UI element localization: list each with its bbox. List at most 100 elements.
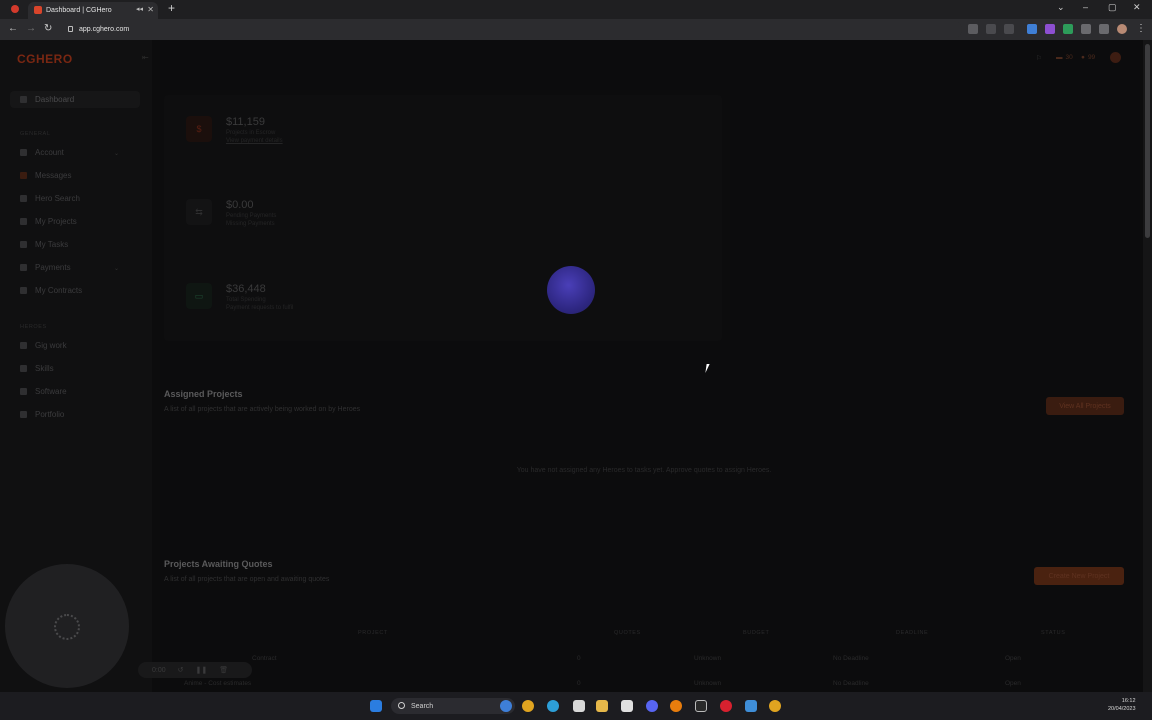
tasks-icon [20,241,27,248]
sidebar-item-gig-work[interactable]: Gig work [20,341,67,350]
stat-label: Total Spending [226,297,266,303]
download-icon[interactable] [1063,24,1073,34]
stat-pending: ⇆ $0.00 Pending Payments Missing Payment… [182,199,482,249]
blender-icon[interactable] [670,700,682,712]
chrome-profile-icon[interactable] [769,700,781,712]
sidebar-item-label: Hero Search [35,194,80,203]
star-icon[interactable] [1004,24,1014,34]
sidebar-item-label: Skills [35,364,54,373]
stat-link[interactable]: Payment requests to fulfil [226,305,293,311]
windows-start-icon[interactable] [370,700,382,712]
search-icon [398,702,405,709]
minimize-icon[interactable]: – [1083,2,1088,12]
sidebar-item-software[interactable]: Software [20,387,67,396]
software-icon [20,388,27,395]
epic-games-icon[interactable] [695,700,707,712]
credits-indicator[interactable]: ▬ 30 [1056,54,1073,61]
restart-icon[interactable]: ↺ [178,666,184,674]
chrome-icon[interactable] [522,700,534,712]
scrollbar-thumb[interactable] [1145,44,1150,238]
back-icon[interactable]: ← [8,23,18,34]
help-icon[interactable]: ⚐ [1036,54,1042,62]
tab-search-icon[interactable]: ⌄ [1057,2,1065,13]
stat-label: Pending Payments [226,213,277,219]
windows-taskbar: Search 16:12 20/04/2023 [0,692,1152,720]
delete-icon[interactable]: 🗑 [219,666,228,674]
chrome-canary-icon[interactable] [547,700,559,712]
extensions-puzzle-icon[interactable] [1081,24,1091,34]
cell-budget: Unknown [694,655,722,662]
sidebar-item-my-contracts[interactable]: My Contracts [20,286,82,295]
cell-project[interactable]: Anime - Cost estimates [184,680,251,687]
chevron-down-icon[interactable]: ⌄ [114,150,119,157]
sidebar-item-portfolio[interactable]: Portfolio [20,410,64,419]
stat-link[interactable]: Missing Payments [226,221,275,227]
sidepanel-icon[interactable] [1099,24,1109,34]
chevron-down-icon[interactable]: ⌄ [114,265,119,272]
taskbar-clock[interactable]: 16:12 20/04/2023 [1108,697,1136,713]
assigned-projects-title: Assigned Projects [164,389,243,399]
bing-icon[interactable] [500,700,512,712]
notion-icon[interactable] [621,700,633,712]
new-tab-icon[interactable]: + [168,1,175,15]
maximize-icon[interactable]: ▢ [1108,2,1117,13]
webcam-loading-icon [54,614,80,640]
taskbar-search[interactable]: Search [391,698,515,714]
close-window-icon[interactable]: ✕ [1133,2,1141,13]
sidebar-item-dashboard[interactable]: Dashboard [10,91,140,108]
dollar-icon: $ [186,116,212,142]
sidebar-item-hero-search[interactable]: Hero Search [20,194,80,203]
forward-icon[interactable]: → [26,23,36,34]
cell-project[interactable]: Contract [252,655,277,662]
file-explorer-icon[interactable] [596,700,608,712]
discord-icon[interactable] [646,700,658,712]
sidebar-item-payments[interactable]: Payments [20,263,71,272]
sidebar-section-heroes: HEROES [20,324,47,330]
dashboard-page: CGHERO ⇤ Dashboard GENERAL Account ⌄ Mes… [0,40,1152,692]
reload-icon[interactable]: ↻ [44,23,52,34]
stat-link[interactable]: View payment details [226,138,283,144]
sidebar-item-skills[interactable]: Skills [20,364,54,373]
extension-shield-icon[interactable] [1027,24,1037,34]
payments-icon [20,264,27,271]
address-bar[interactable]: app.cghero.com [62,21,962,38]
extension-record-icon[interactable] [1045,24,1055,34]
pause-icon[interactable]: ❚❚ [196,666,208,674]
cghero-logo[interactable]: CGHERO [17,52,73,66]
sidebar-item-my-projects[interactable]: My Projects [20,217,77,226]
opera-icon[interactable] [720,700,732,712]
column-header-project: PROJECT [358,630,388,636]
cell-status: Open [1005,680,1021,687]
tab-close-icon[interactable]: ✕ [147,5,154,14]
share-icon[interactable] [986,24,996,34]
notepad-icon[interactable] [745,700,757,712]
finance-summary-card: $ $11,159 Projects in Escrow View paymen… [164,95,722,341]
sidebar-item-messages[interactable]: Messages [20,171,71,180]
profile-avatar-icon[interactable] [1117,24,1127,34]
assigned-empty-message: You have not assigned any Heroes to task… [516,467,772,474]
app-icon[interactable] [573,700,585,712]
user-avatar[interactable] [1110,52,1121,63]
projects-icon [20,218,27,225]
browser-tab[interactable]: Dashboard | CGHero ◂◂ ✕ [28,2,158,19]
collapse-sidebar-icon[interactable]: ⇤ [142,53,149,62]
awaiting-quotes-subtitle: A list of all projects that are open and… [164,576,330,583]
sidebar-item-account[interactable]: Account [20,148,64,157]
browser-toolbar: ← → ↻ app.cghero.com ⋮ [0,19,1152,40]
view-all-projects-button[interactable]: View All Projects [1046,397,1124,415]
create-new-project-button[interactable]: Create New Project [1034,567,1124,585]
mouse-cursor-icon [705,364,713,373]
browser-menu-icon[interactable]: ⋮ [1136,23,1146,34]
gig-work-icon [20,342,27,349]
sidebar-item-label: Dashboard [35,95,75,104]
notifications-indicator[interactable]: ● 99 [1081,54,1095,61]
lock-icon [68,26,73,32]
sidebar-item-my-tasks[interactable]: My Tasks [20,240,68,249]
camera-icon[interactable] [968,24,978,34]
stat-value: $11,159 [226,116,265,128]
tab-title: Dashboard | CGHero [46,7,112,14]
tab-audio-icon[interactable]: ◂◂ [136,5,143,13]
loading-spinner [547,266,595,314]
sidebar-item-label: My Projects [35,217,77,226]
cell-budget: Unknown [694,680,722,687]
